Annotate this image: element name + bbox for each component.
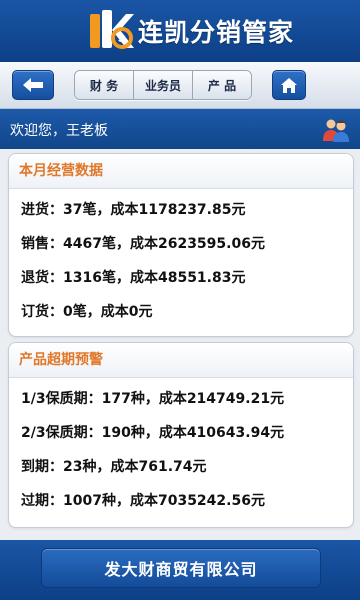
monthly-data-panel: 本月经营数据 进货：37笔，成本1178237.85元 销售：4467笔，成本2…: [8, 153, 354, 337]
home-button[interactable]: [272, 70, 306, 100]
tab-finance[interactable]: 财 务: [75, 71, 134, 99]
orders-row: 订货：0笔，成本0元: [21, 304, 153, 320]
welcome-bar: 欢迎您，王老板: [0, 109, 360, 149]
welcome-text: 欢迎您，王老板: [10, 123, 108, 139]
sales-row: 销售：4467笔，成本2623595.06元: [21, 236, 265, 252]
expiry-warning-panel: 产品超期预警 1/3保质期：177种，成本214749.21元 2/3保质期：1…: [8, 342, 354, 528]
home-icon: [281, 77, 297, 93]
app-logo: S 连凯分销管家: [86, 8, 294, 54]
tab-salesman[interactable]: 业务员: [134, 71, 193, 99]
tab-products[interactable]: 产 品: [193, 71, 251, 99]
returns-row: 退货：1316笔，成本48551.83元: [21, 270, 246, 286]
back-arrow-icon: [23, 78, 43, 92]
logo-icon: S: [90, 10, 134, 49]
app-header: S 连凯分销管家: [0, 0, 360, 62]
expired-row: 过期：1007种，成本7035242.56元: [21, 493, 265, 509]
company-name-button[interactable]: 发大财商贸有限公司: [41, 548, 321, 588]
expiring-row: 到期：23种，成本761.74元: [21, 459, 207, 475]
svg-text:S: S: [118, 33, 125, 45]
expiry-warning-title: 产品超期预警: [9, 343, 353, 378]
purchase-row: 进货：37笔，成本1178237.85元: [21, 202, 246, 218]
nav-tabs: 财 务 业务员 产 品: [74, 70, 252, 100]
back-button[interactable]: [12, 70, 54, 100]
nav-bar: 财 务 业务员 产 品: [0, 62, 360, 109]
monthly-data-title: 本月经营数据: [9, 154, 353, 189]
two-thirds-shelf-life-row: 2/3保质期：190种，成本410643.94元: [21, 425, 285, 441]
app-name: 连凯分销管家: [138, 18, 295, 47]
users-icon[interactable]: [322, 117, 350, 143]
footer-bar: 发大财商贸有限公司: [0, 540, 360, 600]
one-third-shelf-life-row: 1/3保质期：177种，成本214749.21元: [21, 391, 285, 407]
